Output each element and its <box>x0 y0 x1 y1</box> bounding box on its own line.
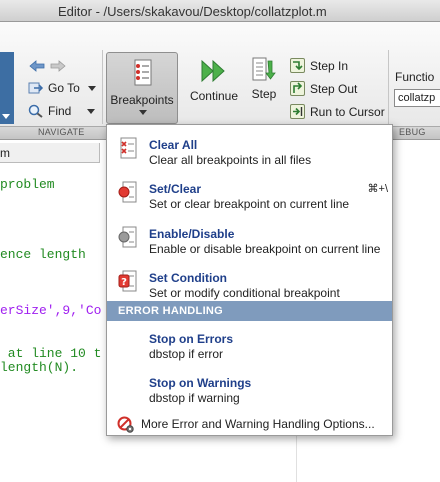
menu-item-description: Set or clear breakpoint on current line <box>149 197 350 211</box>
menu-item-title: Stop on Errors <box>149 332 234 346</box>
history-arrows <box>28 58 66 73</box>
code-line[interactable]: length(N). <box>0 360 78 375</box>
menu-item-description: Set or modify conditional breakpoint <box>149 286 340 300</box>
continue-button[interactable]: Continue <box>188 58 240 103</box>
step-out-button[interactable]: Step Out <box>290 81 357 96</box>
breakpoints-icon <box>134 59 152 86</box>
goto-label: Go To <box>48 81 80 95</box>
find-label: Find <box>48 104 72 118</box>
continue-label: Continue <box>189 89 239 103</box>
chevron-down-icon <box>87 85 96 91</box>
goto-icon <box>28 82 44 94</box>
code-line[interactable]: erSize',9,'Co <box>0 303 101 318</box>
step-out-icon <box>290 81 305 96</box>
menu-item-description: dbstop if error <box>149 347 224 361</box>
menu-item-stop-on-warnings[interactable]: Stop on Warnings dbstop if warning <box>107 369 392 409</box>
chevron-down-icon <box>87 108 96 114</box>
step-in-label: Step In <box>310 58 349 73</box>
breakpoints-button[interactable]: Breakpoints <box>106 52 178 124</box>
goto-button[interactable]: Go To <box>28 81 96 95</box>
forward-arrow-icon[interactable] <box>49 58 66 73</box>
window-title: Editor - /Users/skakavou/Desktop/collatz… <box>58 4 327 19</box>
menu-item-description: Enable or disable breakpoint on current … <box>149 242 381 256</box>
menu-item-set-clear[interactable]: Set/Clear Set or clear breakpoint on cur… <box>107 173 392 215</box>
menu-item-set-condition[interactable]: ? Set Condition Set or modify conditiona… <box>107 262 392 302</box>
back-arrow-icon[interactable] <box>28 58 45 73</box>
step-in-icon <box>290 58 305 73</box>
run-to-cursor-button[interactable]: Run to Cursor <box>290 104 385 119</box>
code-line[interactable]: ence length <box>0 247 86 262</box>
document-tab[interactable]: m <box>0 143 100 163</box>
clear-all-breakpoints-icon <box>120 137 137 159</box>
continue-icon <box>201 59 225 83</box>
step-icon <box>252 57 276 81</box>
magnifier-icon <box>28 104 43 118</box>
menu-item-description: dbstop if warning <box>149 391 240 405</box>
run-to-cursor-icon <box>290 104 305 119</box>
function-call-stack-select[interactable]: collatzp <box>394 89 440 107</box>
error-handling-header: ERROR HANDLING <box>107 301 392 321</box>
breakpoints-menu: Clear All Clear all breakpoints in all f… <box>106 124 393 436</box>
code-line[interactable]: problem <box>0 177 55 192</box>
menu-item-clear-all[interactable]: Clear All Clear all breakpoints in all f… <box>107 129 392 169</box>
conditional-breakpoint-icon: ? <box>118 270 137 292</box>
menu-item-title: Clear All <box>149 138 198 152</box>
menu-item-title: Set Condition <box>149 271 227 285</box>
find-button[interactable]: Find <box>28 104 96 118</box>
more-error-warning-options[interactable]: More Error and Warning Handling Options.… <box>107 413 392 435</box>
step-out-label: Step Out <box>310 81 358 96</box>
more-options-label: More Error and Warning Handling Options.… <box>141 417 375 431</box>
navigate-section-label: NAVIGATE <box>38 127 85 137</box>
title-bar: Editor - /Users/skakavou/Desktop/collatz… <box>0 0 440 22</box>
run-to-cursor-label: Run to Cursor <box>310 104 385 119</box>
chevron-down-icon <box>2 114 10 119</box>
menu-item-description: Clear all breakpoints in all files <box>149 153 312 167</box>
menu-item-shortcut: ⌘+\ <box>367 183 388 195</box>
collapsed-section-button[interactable] <box>0 52 14 124</box>
separator <box>102 50 103 124</box>
menu-item-stop-on-errors[interactable]: Stop on Errors dbstop if error <box>107 325 392 365</box>
step-button[interactable]: Step <box>249 56 279 101</box>
breakpoints-label: Breakpoints <box>110 93 174 107</box>
menu-item-title: Stop on Warnings <box>149 376 252 390</box>
set-clear-breakpoint-icon <box>118 181 137 203</box>
chevron-down-icon <box>139 110 147 115</box>
menu-item-enable-disable[interactable]: Enable/Disable Enable or disable breakpo… <box>107 218 392 260</box>
error-options-icon <box>117 416 134 433</box>
step-label: Step <box>251 87 277 101</box>
enable-disable-breakpoint-icon <box>118 226 137 248</box>
svg-text:?: ? <box>121 277 127 288</box>
menu-item-title: Set/Clear <box>149 182 202 196</box>
function-call-stack-label: Functio <box>395 70 435 84</box>
debug-section-label: EBUG <box>399 127 426 137</box>
step-in-button[interactable]: Step In <box>290 58 348 73</box>
code-line[interactable]: at line 10 t <box>0 346 102 361</box>
separator <box>388 50 389 124</box>
document-tab-label: m <box>0 146 10 160</box>
menu-item-title: Enable/Disable <box>149 227 235 241</box>
